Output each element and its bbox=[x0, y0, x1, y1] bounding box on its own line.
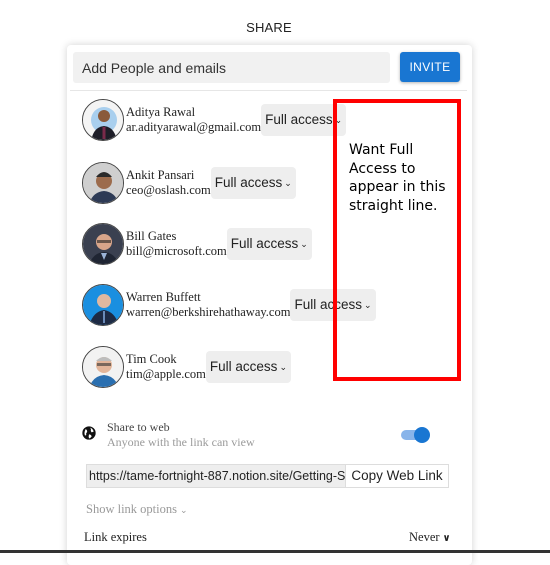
avatar bbox=[82, 99, 124, 141]
annotation-text: Want Full Access to appear in this strai… bbox=[349, 142, 446, 214]
add-people-input[interactable] bbox=[73, 52, 390, 83]
person-name: Warren Buffett bbox=[126, 290, 201, 304]
access-label: Full access bbox=[265, 112, 333, 127]
access-label: Full access bbox=[230, 236, 299, 251]
person-email: ar.adityarawal@gmail.com bbox=[126, 120, 262, 134]
show-link-options[interactable]: Show link options ⌄ bbox=[86, 502, 188, 517]
person-name: Bill Gates bbox=[126, 229, 177, 243]
link-expires-value: Never bbox=[409, 530, 440, 544]
person-name: Aditya Rawal bbox=[126, 105, 196, 119]
chevron-down-icon: ∨ bbox=[442, 533, 451, 544]
person-row: Warren Buffett warren@berkshirehathaway.… bbox=[82, 284, 376, 326]
person-row: Ankit Pansari ceo@oslash.com Full access… bbox=[82, 162, 296, 204]
dialog-title: SHARE bbox=[246, 20, 292, 35]
share-to-web-subtitle: Anyone with the link can view bbox=[107, 435, 255, 449]
access-label: Full access bbox=[214, 175, 283, 190]
avatar bbox=[82, 284, 124, 326]
person-email: warren@berkshirehathaway.com bbox=[126, 305, 291, 319]
chevron-down-icon: ⌄ bbox=[300, 239, 308, 249]
link-expires-label: Link expires bbox=[84, 530, 147, 544]
person-row: Aditya Rawal ar.adityarawal@gmail.com Fu… bbox=[82, 99, 347, 141]
avatar bbox=[82, 346, 124, 388]
avatar bbox=[82, 223, 124, 265]
share-to-web-row: Share to web Anyone with the link can vi… bbox=[81, 420, 461, 456]
access-dropdown[interactable]: Full access ⌄ bbox=[210, 167, 296, 199]
web-link-url[interactable]: https://tame-fortnight-887.notion.site/G… bbox=[87, 465, 346, 487]
avatar bbox=[82, 162, 124, 204]
access-label: Full access bbox=[209, 359, 278, 374]
divider bbox=[70, 90, 467, 91]
person-email: bill@microsoft.com bbox=[126, 244, 227, 258]
copy-web-link-button[interactable]: Copy Web Link bbox=[346, 465, 448, 487]
access-dropdown[interactable]: Full access ⌄ bbox=[226, 228, 312, 260]
globe-icon bbox=[82, 426, 96, 440]
person-row: Bill Gates bill@microsoft.com Full acces… bbox=[82, 223, 312, 265]
person-email: tim@apple.com bbox=[126, 367, 206, 381]
access-dropdown[interactable]: Full access ⌄ bbox=[205, 351, 291, 383]
person-row: Tim Cook tim@apple.com Full access ⌄ bbox=[82, 346, 291, 388]
share-to-web-title: Share to web bbox=[107, 420, 170, 434]
share-to-web-toggle[interactable] bbox=[399, 426, 431, 444]
person-info: Tim Cook tim@apple.com bbox=[126, 352, 206, 382]
person-info: Ankit Pansari ceo@oslash.com bbox=[126, 168, 211, 198]
toggle-thumb bbox=[414, 427, 430, 443]
annotation-box: Want Full Access to appear in this strai… bbox=[333, 99, 461, 381]
person-name: Tim Cook bbox=[126, 352, 177, 366]
invite-button[interactable]: INVITE bbox=[400, 52, 460, 82]
person-info: Warren Buffett warren@berkshirehathaway.… bbox=[126, 290, 290, 320]
show-link-options-label: Show link options bbox=[86, 502, 177, 516]
link-expires-dropdown[interactable]: Never ∨ bbox=[409, 530, 451, 545]
web-link-field: https://tame-fortnight-887.notion.site/G… bbox=[86, 464, 449, 488]
person-info: Aditya Rawal ar.adityarawal@gmail.com bbox=[126, 105, 261, 135]
person-info: Bill Gates bill@microsoft.com bbox=[126, 229, 227, 259]
chevron-down-icon: ⌄ bbox=[284, 178, 292, 188]
chevron-down-icon: ⌄ bbox=[279, 362, 287, 372]
person-name: Ankit Pansari bbox=[126, 168, 195, 182]
person-email: ceo@oslash.com bbox=[126, 183, 211, 197]
chevron-down-icon: ⌄ bbox=[180, 505, 188, 515]
